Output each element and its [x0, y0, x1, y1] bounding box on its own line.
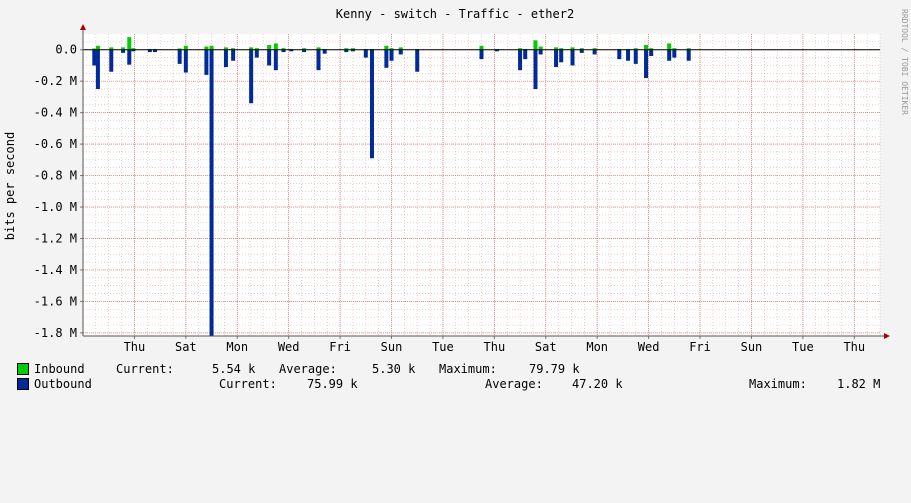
- rrdtool-watermark: RRDTOOL / TOBI OETIKER: [900, 9, 909, 115]
- y-tick-label: -1.2 M: [34, 231, 77, 245]
- outbound-bar: [109, 49, 114, 72]
- traffic-chart: 0.0 -0.2 M -0.4 M -0.6 M -0.8 M -1.0 M -1.2 M -…: [0, 0, 911, 363]
- outbound-bar: [209, 49, 214, 337]
- outbound-bar: [415, 49, 420, 72]
- x-tick-label: Sun: [381, 340, 403, 354]
- outbound-bar: [127, 49, 132, 65]
- outbound-bar: [249, 49, 254, 104]
- x-tick-label: Fri: [329, 340, 351, 354]
- outbound-bar: [95, 49, 100, 90]
- legend-inbound-name: Inbound: [34, 362, 85, 376]
- inbound-bar: [384, 45, 389, 50]
- legend-outbound-name: Outbound: [34, 377, 92, 391]
- outbound-bar: [183, 49, 188, 73]
- outbound-bar: [554, 49, 559, 68]
- inbound-bar: [267, 45, 272, 50]
- inbound-bar: [183, 45, 188, 50]
- x-tick-label: Tue: [432, 340, 454, 354]
- inbound-bar: [479, 45, 484, 50]
- legend-outbound: Outbound Current: 75.99 k Average: 47.20…: [17, 377, 907, 391]
- outbound-bar: [398, 49, 403, 55]
- x-tick-label: Thu: [124, 340, 146, 354]
- outbound-bar: [649, 49, 654, 57]
- legend-outbound-current-value: 75.99 k: [307, 377, 358, 391]
- x-tick-label: Sun: [741, 340, 763, 354]
- inbound-bar: [209, 45, 214, 50]
- outbound-bar: [363, 49, 368, 58]
- x-tick-label: Thu: [484, 340, 506, 354]
- legend-inbound-maximum-label: Maximum:: [439, 362, 497, 376]
- legend-inbound-current-value: 5.54 k: [212, 362, 256, 376]
- y-tick-label: -0.2 M: [34, 74, 77, 88]
- outbound-bar: [592, 49, 597, 55]
- outbound-bar: [384, 49, 389, 68]
- outbound-bar: [672, 49, 677, 58]
- inbound-bar: [95, 45, 100, 50]
- y-tick-label: 0.0: [55, 43, 77, 57]
- inbound-bar: [644, 45, 649, 50]
- y-tick-label: -0.8 M: [34, 169, 77, 183]
- outbound-bar: [389, 49, 394, 61]
- y-tick-label: -0.4 M: [34, 106, 77, 120]
- outbound-swatch: [17, 378, 29, 390]
- outbound-bar: [518, 49, 523, 71]
- y-tick-label: -1.6 M: [34, 294, 77, 308]
- outbound-bar: [479, 49, 484, 60]
- x-tick-label: Wed: [638, 340, 660, 354]
- x-tick-label: Sat: [175, 340, 197, 354]
- x-tick-label: Thu: [843, 340, 865, 354]
- x-tick-label: Mon: [586, 340, 608, 354]
- chart-title: Kenny - switch - Traffic - ether2: [336, 7, 574, 21]
- inbound-swatch: [17, 363, 29, 375]
- legend-inbound-average-value: 5.30 k: [372, 362, 416, 376]
- x-tick-label: Sat: [535, 340, 557, 354]
- outbound-bar: [559, 49, 564, 63]
- outbound-bar: [322, 49, 327, 54]
- legend-outbound-average-value: 47.20 k: [572, 377, 623, 391]
- inbound-bar: [667, 43, 672, 50]
- outbound-bar: [316, 49, 321, 71]
- outbound-bar: [254, 49, 259, 58]
- outbound-bar: [273, 49, 278, 71]
- outbound-bar: [633, 49, 638, 64]
- outbound-bar: [538, 49, 543, 55]
- outbound-bar: [617, 49, 622, 60]
- traffic-chart-svg: 0.0 -0.2 M -0.4 M -0.6 M -0.8 M -1.0 M -1.2 M -…: [0, 0, 911, 360]
- outbound-bar: [231, 49, 236, 61]
- x-tick-label: Tue: [792, 340, 814, 354]
- outbound-bar: [667, 49, 672, 61]
- inbound-bar: [127, 37, 132, 50]
- y-tick-label: -1.0 M: [34, 200, 77, 214]
- legend-inbound-current-label: Current:: [116, 362, 174, 376]
- legend-outbound-average-label: Average:: [485, 377, 543, 391]
- outbound-bar: [523, 49, 528, 60]
- legend-inbound-maximum-value: 79.79 k: [529, 362, 580, 376]
- outbound-bar: [626, 49, 631, 61]
- outbound-bar: [369, 49, 374, 159]
- outbound-bar: [533, 49, 538, 90]
- x-tick-label: Fri: [689, 340, 711, 354]
- outbound-bar: [267, 49, 272, 66]
- outbound-bar: [223, 49, 228, 68]
- x-tick-label: Mon: [226, 340, 248, 354]
- inbound-bar: [533, 40, 538, 50]
- outbound-bar: [686, 49, 691, 61]
- legend-outbound-maximum-label: Maximum:: [749, 377, 807, 391]
- legend-outbound-maximum-value: 1.82 M: [837, 377, 881, 391]
- x-tick-label: Wed: [278, 340, 300, 354]
- outbound-bar: [177, 49, 182, 64]
- outbound-bar: [92, 49, 97, 66]
- inbound-bar: [273, 43, 278, 50]
- legend-inbound-average-label: Average:: [279, 362, 337, 376]
- outbound-bar: [570, 49, 575, 66]
- outbound-bar: [204, 49, 209, 75]
- y-tick-label: -0.6 M: [34, 137, 77, 151]
- y-tick-label: -1.4 M: [34, 263, 77, 277]
- legend-outbound-current-label: Current:: [219, 377, 277, 391]
- y-axis-label: bits per second: [3, 132, 17, 240]
- outbound-bar: [644, 49, 649, 79]
- y-tick-label: -1.8 M: [34, 326, 77, 340]
- legend-inbound: Inbound Current: 5.54 k Average: 5.30 k …: [17, 362, 907, 376]
